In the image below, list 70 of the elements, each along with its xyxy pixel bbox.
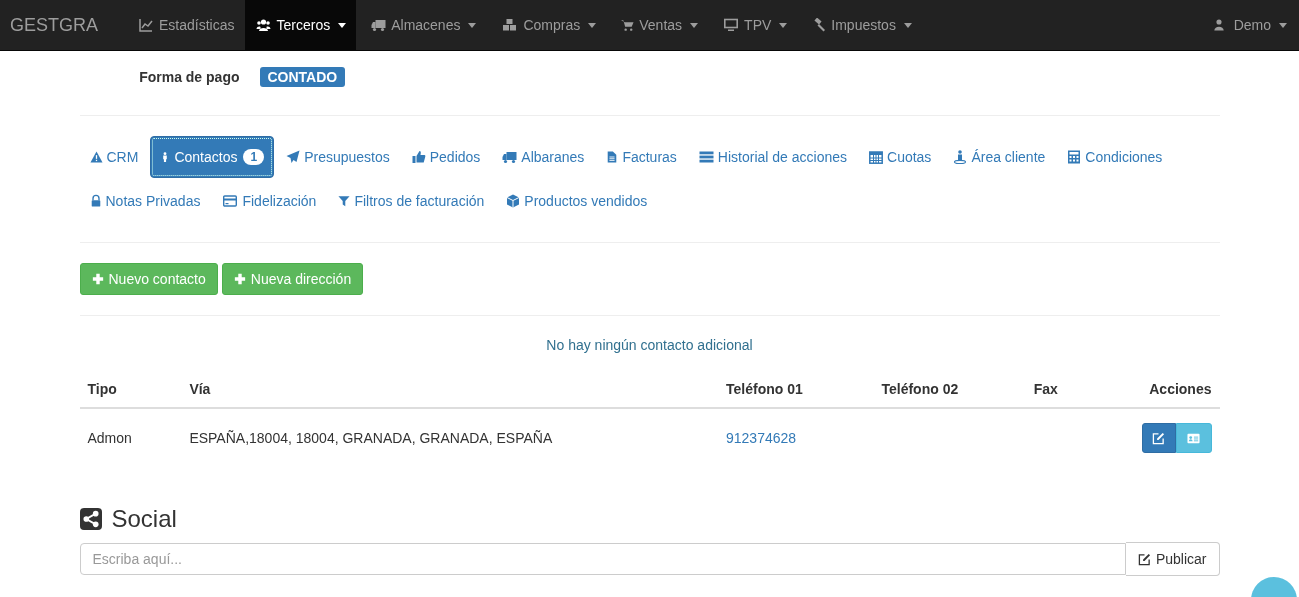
user-icon — [1212, 18, 1225, 32]
tab[interactable]: Filtros de facturación — [328, 180, 495, 222]
tab[interactable]: Área cliente — [943, 136, 1056, 178]
column-header: Vía — [189, 381, 211, 397]
tab[interactable]: Productos vendidos — [496, 180, 658, 222]
edit-icon — [1152, 431, 1165, 445]
list-icon — [698, 150, 714, 164]
add-button[interactable]: Nueva dirección — [221, 263, 364, 295]
tab[interactable]: Cuotas — [859, 136, 942, 178]
nav-menu-item[interactable]: Compras — [486, 0, 607, 50]
id-card-icon — [1186, 431, 1201, 445]
status-label: CONTADO — [259, 67, 346, 87]
cubes-icon — [501, 18, 519, 32]
share-icon — [79, 508, 102, 530]
users-icon — [254, 18, 272, 32]
tab[interactable]: Pedidos — [401, 136, 491, 178]
edit-button[interactable] — [1141, 423, 1176, 453]
paper-plane-icon — [286, 150, 301, 164]
post-input[interactable]: Escriba aquí... — [79, 543, 1126, 575]
cart-icon — [621, 18, 635, 32]
tab[interactable]: Presupuestos — [276, 136, 400, 178]
tab[interactable]: Facturas — [596, 136, 687, 178]
cube-icon — [506, 194, 521, 208]
brand-link[interactable]: GESTGRA — [0, 0, 123, 50]
nav-menu-item[interactable]: Impuestos — [797, 0, 922, 50]
gavel-icon — [812, 18, 827, 32]
tab[interactable]: Historial de acciones — [688, 136, 857, 178]
tab[interactable]: Contactos 1 — [150, 136, 275, 178]
column-header: Fax — [1033, 381, 1058, 397]
lock-icon — [89, 194, 102, 208]
filter-icon — [338, 194, 351, 208]
phone-link[interactable]: 912374628 — [726, 430, 797, 446]
person-pin-icon — [953, 150, 968, 164]
monitor-icon — [723, 18, 740, 32]
tab[interactable]: Albaranes — [492, 136, 595, 178]
edit-icon — [1137, 552, 1151, 566]
nav-menu-item[interactable]: TPV — [708, 0, 798, 50]
tab[interactable]: Notas Privadas — [79, 180, 211, 222]
chart-icon — [138, 18, 154, 32]
column-header: Acciones — [1149, 381, 1212, 397]
user-menu[interactable]: Demo — [1197, 0, 1299, 50]
add-button[interactable]: Nuevo contacto — [79, 263, 218, 295]
count-badge: 1 — [243, 149, 265, 165]
document-icon — [606, 150, 619, 164]
nav-menu-item[interactable]: Estadísticas — [123, 0, 245, 50]
tab[interactable]: CRM — [79, 136, 149, 178]
tab[interactable]: Fidelización — [212, 180, 327, 222]
contact-card-button[interactable] — [1175, 423, 1212, 453]
credit-card-icon — [222, 194, 239, 208]
calendar-icon — [869, 150, 883, 164]
calculator-icon — [1067, 150, 1082, 164]
truck-icon — [371, 18, 387, 32]
truck-icon — [502, 150, 518, 164]
nav-menu-item[interactable]: Ventas — [606, 0, 709, 50]
column-header: Teléfono 01 — [726, 381, 803, 397]
column-header: Teléfono 02 — [881, 381, 959, 397]
table-cell: Admon — [87, 430, 132, 446]
warning-icon — [89, 150, 103, 164]
tab[interactable]: Condiciones — [1057, 136, 1173, 178]
section-title: Social — [111, 505, 177, 533]
plus-icon — [91, 273, 104, 285]
nav-menu-item[interactable]: Terceros — [244, 0, 357, 50]
thumbs-up-icon — [411, 150, 426, 164]
plus-icon — [233, 273, 246, 285]
column-header: Tipo — [87, 381, 117, 397]
field-label: Forma de pago — [138, 69, 241, 85]
publish-button[interactable]: Publicar — [1125, 542, 1220, 576]
nav-menu-item[interactable]: Almacenes — [356, 0, 487, 50]
table-cell: ESPAÑA,18004, 18004, GRANADA, GRANADA, ESPAÑA — [189, 430, 553, 446]
info-message: No hay ningún contacto adicional — [545, 336, 754, 355]
